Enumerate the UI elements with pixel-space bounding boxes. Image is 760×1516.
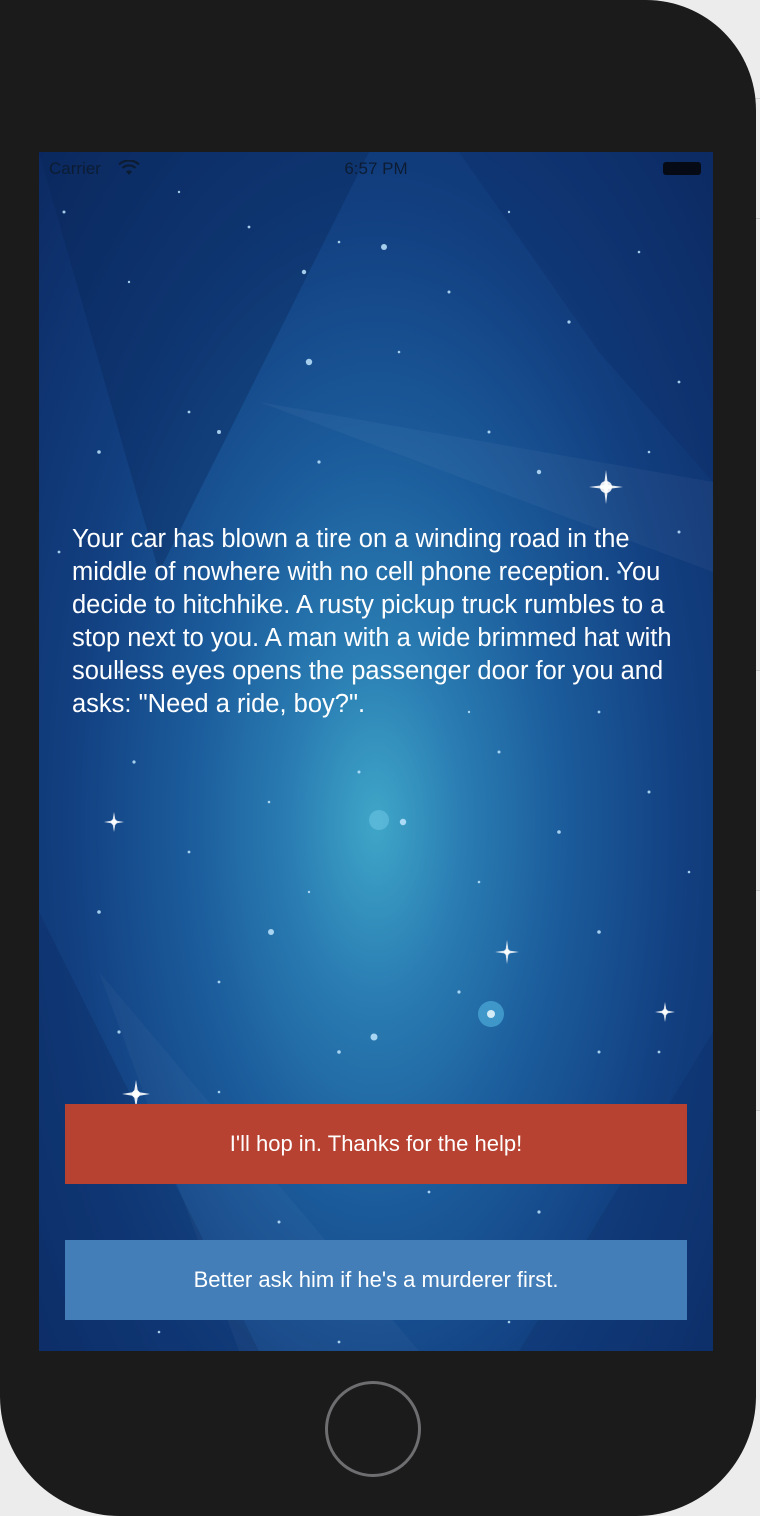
home-button-icon[interactable] xyxy=(325,1381,421,1477)
iphone-device-frame: Carrier 6:57 PM Your car has blown a tir… xyxy=(0,0,756,1516)
status-time: 6:57 PM xyxy=(344,159,408,178)
app-screen: Carrier 6:57 PM Your car has blown a tir… xyxy=(39,152,713,1351)
battery-full-icon xyxy=(663,162,701,175)
choice-1-button[interactable]: I'll hop in. Thanks for the help! xyxy=(65,1104,687,1184)
story-text: Your car has blown a tire on a winding r… xyxy=(72,525,672,718)
status-bar: Carrier 6:57 PM xyxy=(39,152,713,186)
choice-2-button[interactable]: Better ask him if he's a murderer first. xyxy=(65,1240,687,1320)
